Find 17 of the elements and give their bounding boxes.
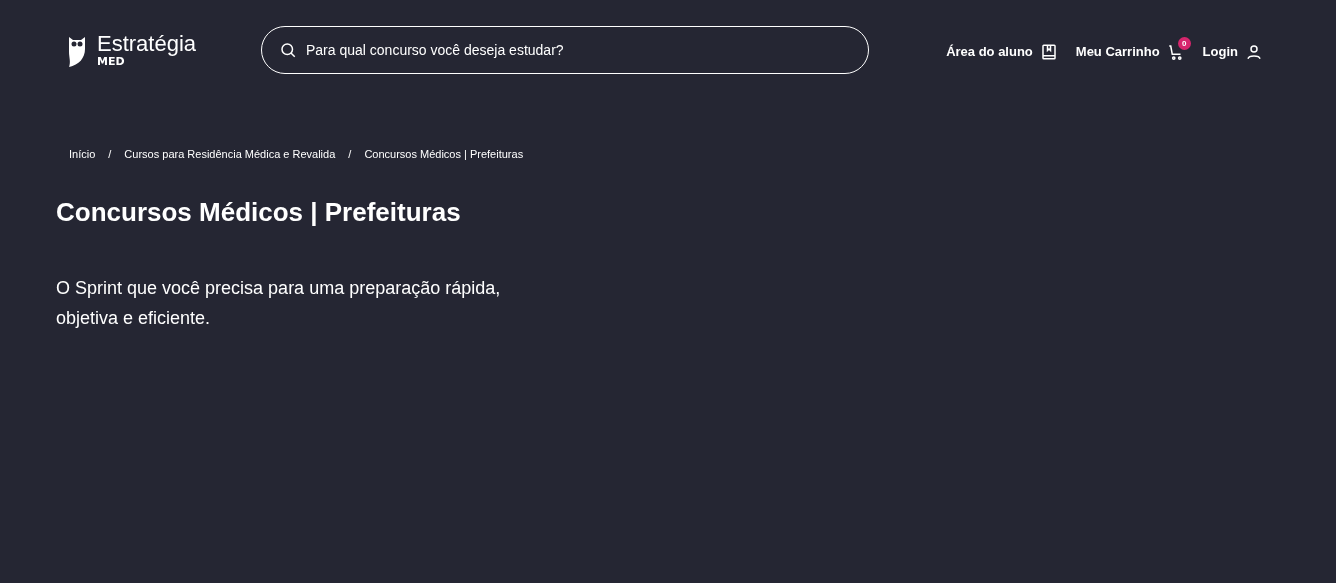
cart-count-badge: 0	[1177, 36, 1191, 50]
page-title: Concursos Médicos | Prefeituras	[56, 197, 462, 228]
book-icon	[1039, 42, 1058, 61]
user-icon	[1245, 42, 1263, 61]
breadcrumb-separator: /	[348, 148, 352, 160]
logo-name: Estratégia	[97, 33, 197, 55]
breadcrumb-link[interactable]: Concursos Médicos | Prefeituras	[364, 148, 524, 160]
nav-link[interactable]: Login	[1202, 35, 1270, 65]
nav-link[interactable]: Meu Carrinho 0	[1075, 35, 1192, 65]
logo-subtitle: MED	[97, 56, 125, 67]
search-icon	[279, 41, 297, 59]
breadcrumb-separator: /	[108, 148, 112, 160]
nav-link[interactable]: Área do aluno	[946, 35, 1065, 65]
breadcrumb-link[interactable]: Início	[69, 148, 96, 160]
search-field[interactable]: Para qual concurso você deseja estudar?	[261, 26, 869, 74]
breadcrumb-link[interactable]: Cursos para Residência Médica e Revalida	[124, 148, 336, 160]
page-description: O Sprint que você precisa para uma preparação rápida, objetiva e eficiente.	[56, 277, 502, 330]
